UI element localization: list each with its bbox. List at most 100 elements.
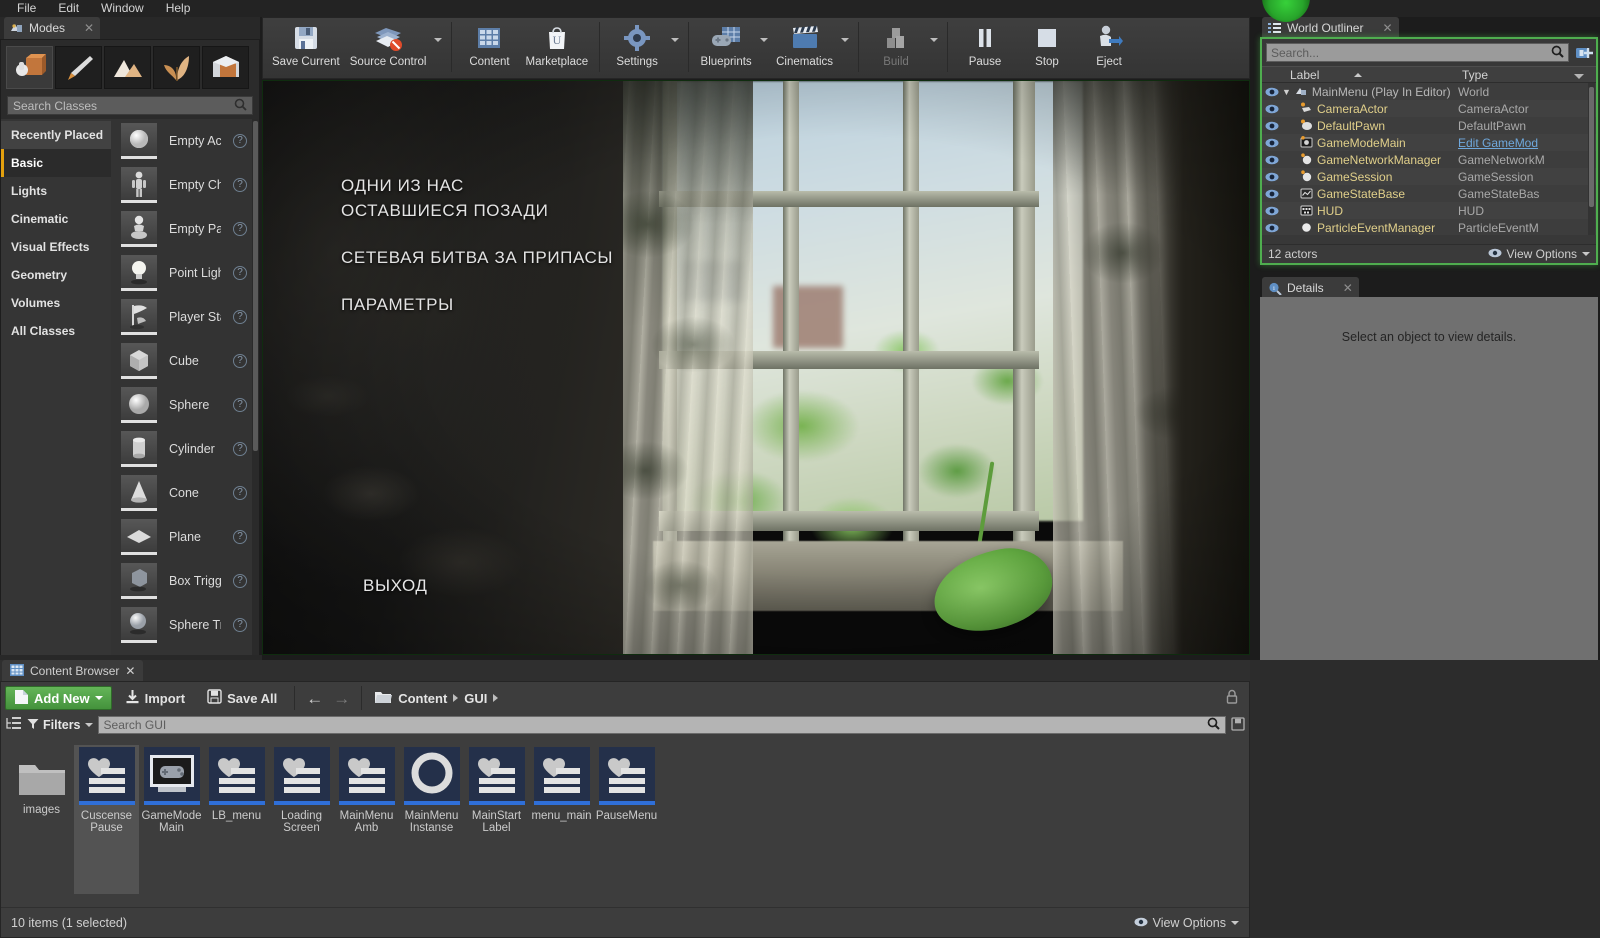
table-row[interactable]: CameraActor CameraActor: [1262, 100, 1596, 117]
place-mode-button[interactable]: [6, 46, 53, 89]
marketplace-button[interactable]: U Marketplace: [520, 18, 593, 76]
blueprints-dropdown[interactable]: [757, 18, 771, 76]
add-new-button[interactable]: Add New: [5, 686, 112, 710]
geometry-mode-button[interactable]: [202, 46, 249, 89]
table-row[interactable]: HUD HUD: [1262, 202, 1596, 219]
level-viewport[interactable]: ОДНИ ИЗ НАС ОСТАВШИЕСЯ ПОЗАДИ СЕТЕВАЯ БИ…: [262, 80, 1250, 655]
category-recently-placed[interactable]: Recently Placed: [1, 121, 111, 149]
table-row[interactable]: ▼ MainMenu (Play In Editor) World: [1262, 83, 1596, 100]
landscape-mode-button[interactable]: [104, 46, 151, 89]
filters-button[interactable]: Filters: [27, 718, 93, 733]
asset-item-material-instance[interactable]: MainMenu Instanse: [399, 745, 464, 894]
list-item[interactable]: Plane ?: [111, 515, 259, 559]
column-header-type[interactable]: Type: [1458, 68, 1596, 82]
search-classes-box[interactable]: [7, 96, 253, 115]
help-icon[interactable]: ?: [233, 442, 247, 456]
paint-mode-button[interactable]: [55, 46, 102, 89]
content-button[interactable]: Content: [458, 18, 520, 76]
tab-details[interactable]: i Details ✕: [1262, 277, 1359, 299]
close-icon[interactable]: ✕: [84, 21, 94, 35]
category-volumes[interactable]: Volumes: [1, 289, 111, 317]
cinematics-button[interactable]: Cinematics: [771, 18, 838, 76]
help-icon[interactable]: ?: [233, 530, 247, 544]
import-button[interactable]: Import: [116, 686, 194, 710]
table-row[interactable]: GameStateBase GameStateBas: [1262, 185, 1596, 202]
game-menu-options[interactable]: ПАРАМЕТРЫ: [341, 295, 613, 315]
asset-item-widget[interactable]: Cuscense Pause: [74, 745, 139, 894]
sources-tree-icon[interactable]: [5, 716, 22, 734]
asset-item-widget[interactable]: MainMenu Amb: [334, 745, 399, 894]
list-item[interactable]: Player Start ?: [111, 295, 259, 339]
pause-button[interactable]: Pause: [954, 18, 1016, 76]
tab-content-browser[interactable]: Content Browser ✕: [2, 660, 144, 681]
chevron-right-icon[interactable]: [453, 694, 459, 702]
source-control-button[interactable]: Source Control: [345, 18, 432, 76]
help-icon[interactable]: ?: [233, 486, 247, 500]
outliner-scrollbar[interactable]: [1588, 83, 1595, 235]
close-icon[interactable]: ✕: [1382, 21, 1392, 35]
source-control-dropdown[interactable]: [431, 18, 445, 76]
game-menu-exit[interactable]: ВЫХОД: [363, 576, 428, 596]
category-basic[interactable]: Basic: [1, 149, 111, 177]
placement-scrollbar[interactable]: [252, 119, 259, 675]
eye-icon[interactable]: [1262, 223, 1282, 233]
help-icon[interactable]: ?: [233, 134, 247, 148]
add-actor-icon[interactable]: [1575, 44, 1593, 62]
asset-item-widget[interactable]: MainStart Label: [464, 745, 529, 894]
table-row[interactable]: ParticleEventManager ParticleEventM: [1262, 219, 1596, 235]
list-item[interactable]: Sphere ?: [111, 383, 259, 427]
close-icon[interactable]: ✕: [1343, 281, 1353, 295]
asset-item-folder[interactable]: images: [9, 745, 74, 894]
close-icon[interactable]: ✕: [125, 664, 135, 678]
game-subtitle[interactable]: СЕТЕВАЯ БИТВА ЗА ПРИПАСЫ: [341, 248, 613, 268]
list-item[interactable]: Cylinder ?: [111, 427, 259, 471]
list-item[interactable]: Sphere Trigge ?: [111, 603, 259, 647]
list-item[interactable]: Cube ?: [111, 339, 259, 383]
foliage-mode-button[interactable]: [153, 46, 200, 89]
help-icon[interactable]: ?: [233, 266, 247, 280]
lock-icon[interactable]: [1225, 689, 1239, 708]
settings-dropdown[interactable]: [668, 18, 682, 76]
menu-item-window[interactable]: Window: [90, 0, 155, 17]
eject-button[interactable]: Eject: [1078, 18, 1140, 76]
table-row[interactable]: GameSession GameSession: [1262, 168, 1596, 185]
list-item[interactable]: Empty Actor ?: [111, 119, 259, 163]
menu-item-edit[interactable]: Edit: [47, 0, 90, 17]
outliner-view-options[interactable]: View Options: [1488, 247, 1590, 261]
help-icon[interactable]: ?: [233, 310, 247, 324]
breadcrumb-content[interactable]: Content: [398, 691, 447, 706]
category-cinematic[interactable]: Cinematic: [1, 205, 111, 233]
table-row[interactable]: DefaultPawn DefaultPawn: [1262, 117, 1596, 134]
chevron-right-icon[interactable]: [493, 694, 499, 702]
list-item[interactable]: Point Light ?: [111, 251, 259, 295]
help-icon[interactable]: ?: [233, 354, 247, 368]
table-row[interactable]: GameNetworkManager GameNetworkM: [1262, 151, 1596, 168]
eye-icon[interactable]: [1262, 189, 1282, 199]
build-dropdown[interactable]: [927, 18, 941, 76]
help-icon[interactable]: ?: [233, 178, 247, 192]
menu-item-file[interactable]: File: [6, 0, 47, 17]
chevron-down-icon[interactable]: [1574, 73, 1584, 79]
help-icon[interactable]: ?: [233, 574, 247, 588]
outliner-search-box[interactable]: [1266, 43, 1569, 62]
cinematics-dropdown[interactable]: [838, 18, 852, 76]
category-all-classes[interactable]: All Classes: [1, 317, 111, 345]
category-lights[interactable]: Lights: [1, 177, 111, 205]
eye-icon[interactable]: [1262, 104, 1282, 114]
outliner-search-input[interactable]: [1271, 45, 1551, 60]
help-icon[interactable]: ?: [233, 618, 247, 632]
eye-icon[interactable]: [1262, 172, 1282, 182]
row-type-link[interactable]: Edit GameMod: [1458, 136, 1596, 150]
category-geometry[interactable]: Geometry: [1, 261, 111, 289]
search-classes-input[interactable]: [13, 98, 234, 113]
help-icon[interactable]: ?: [233, 222, 247, 236]
eye-icon[interactable]: [1262, 121, 1282, 131]
asset-item-gamemode[interactable]: GameMode Main: [139, 745, 204, 894]
asset-item-widget[interactable]: LB_menu: [204, 745, 269, 894]
asset-item-widget[interactable]: menu_main: [529, 745, 594, 894]
save-current-button[interactable]: Save Current: [267, 18, 345, 76]
menu-item-help[interactable]: Help: [155, 0, 202, 17]
build-button[interactable]: Build: [865, 18, 927, 76]
eye-icon[interactable]: [1262, 138, 1282, 148]
eye-icon[interactable]: [1262, 87, 1282, 97]
